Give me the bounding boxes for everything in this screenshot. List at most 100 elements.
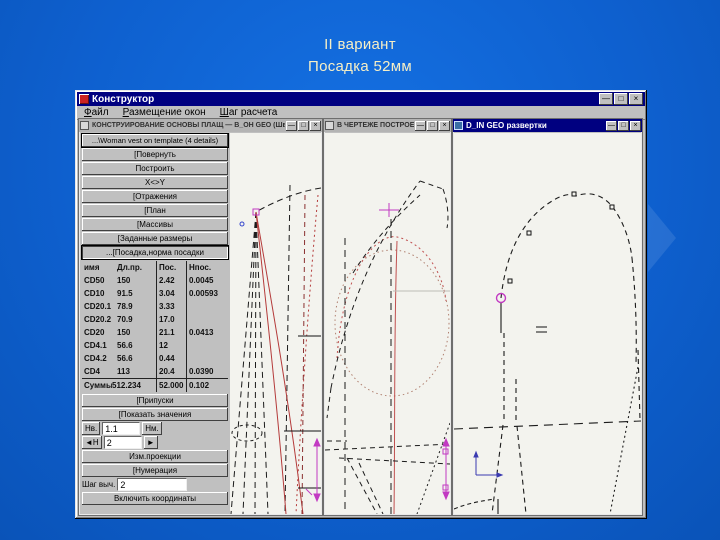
table-cell: CD4.1 (84, 341, 107, 350)
panel-button[interactable]: [Повернуть (82, 148, 228, 161)
table-cell: 70.9 (117, 315, 133, 324)
child2-minimize-button[interactable]: — (415, 120, 426, 131)
show-values-button[interactable]: [Показать значения (82, 408, 228, 421)
child1-minimize-button[interactable]: — (286, 120, 297, 131)
app-titlebar[interactable]: Конструктор — □ × (77, 92, 645, 106)
table-cell (186, 339, 228, 352)
table-cell: 78.9 (117, 302, 133, 311)
step-input[interactable] (117, 478, 188, 491)
child3-close-button[interactable]: × (630, 120, 641, 131)
child3-maximize-button[interactable]: □ (618, 120, 629, 131)
child1-maximize-button[interactable]: □ (298, 120, 309, 131)
child2-window-icon (325, 121, 334, 130)
app-title: Конструктор (92, 93, 155, 105)
table-cell: Пос. (156, 261, 186, 274)
table-cell: Дл.пр. (117, 263, 142, 272)
child2-client[interactable] (325, 133, 450, 514)
close-button[interactable]: × (629, 93, 643, 105)
table-header-row: имя Дл.пр. Пос. Нпос. (82, 261, 228, 274)
table-cell: 0.0390 (186, 365, 228, 378)
table-cell: CD20.1 (84, 302, 112, 311)
child1-window-icon (80, 121, 89, 130)
table-row[interactable]: CD50 150 2.42 0.0045 (82, 274, 228, 287)
menu-item[interactable]: Шаг расчета (213, 107, 285, 118)
menu-item[interactable]: Размещение окон (116, 107, 213, 118)
table-cell: CD4 (84, 367, 101, 376)
table-row[interactable]: CD20.2 70.9 17.0 (82, 313, 228, 326)
table-cell: 0.00593 (186, 287, 228, 300)
numeration-button[interactable]: [Нумерация (82, 464, 228, 477)
table-cell: 52.000 (156, 379, 186, 392)
drawing-canvas-1[interactable] (230, 133, 321, 514)
table-cell: 0.44 (156, 352, 186, 365)
black-dashed-curves (325, 180, 450, 514)
child1-close-button[interactable]: × (310, 120, 321, 131)
table-cell (186, 300, 228, 313)
table-cell: имя (84, 263, 100, 272)
child2-maximize-button[interactable]: □ (427, 120, 438, 131)
h-next-button[interactable]: ► (143, 436, 158, 449)
table-row[interactable]: CD4.2 56.6 0.44 (82, 352, 228, 365)
measure-table: имя Дл.пр. Пос. Нпос. CD50 150 2.42 0.0045 CD10 9… (82, 261, 228, 392)
table-cell: 150 (117, 328, 131, 337)
menu-item[interactable]: Файл (77, 107, 116, 118)
child1-titlebar[interactable]: КОНСТРУИРОВАНИЕ ОСНОВЫ ПЛАЩ — В_ОН GEO (… (79, 119, 322, 132)
table-row[interactable]: CD4.1 56.6 12 (82, 339, 228, 352)
table-cell: Суммы (84, 381, 112, 390)
child3-titlebar[interactable]: D_IN GEO развертки — □ × (453, 119, 642, 132)
panel-button[interactable]: Построить (82, 162, 228, 175)
pripuski-button[interactable]: [Припуски (82, 394, 228, 407)
maximize-button[interactable]: □ (614, 93, 628, 105)
child3-client[interactable] (454, 133, 641, 514)
pattern-node-blue (239, 221, 245, 227)
table-cell: 0.0045 (186, 274, 228, 287)
table-row[interactable]: CD4 113 20.4 0.0390 (82, 365, 228, 378)
coords-button[interactable]: Включить координаты (82, 492, 228, 505)
table-cell: 0.0413 (186, 326, 228, 339)
panel-button[interactable]: [Заданные размеры (82, 232, 228, 245)
table-cell: 2.42 (156, 274, 186, 287)
curve-nodes (507, 191, 615, 284)
h-prev-button[interactable]: ◄Н (82, 436, 102, 449)
izm-projections-button[interactable]: Изм.проекции (82, 450, 228, 463)
minimize-button[interactable]: — (599, 93, 613, 105)
child2-titlebar[interactable]: В ЧЕРТЕЖЕ ПОСТРОЕНИЯ — □ × (324, 119, 451, 132)
table-cell: Нпос. (186, 261, 228, 274)
pattern-magenta-markers-2 (379, 203, 450, 501)
child2-close-button[interactable]: × (439, 120, 450, 131)
app-window: Конструктор — □ × Файл Размещение окон Шаг… (75, 90, 647, 519)
equals-mark (536, 326, 547, 333)
table-cell: 20.4 (156, 365, 186, 378)
nv-input[interactable] (102, 422, 141, 435)
panel-button[interactable]: ...[Посадка,норма посадки (81, 245, 229, 260)
table-row[interactable]: CD20.1 78.9 3.33 (82, 300, 228, 313)
child-window-geo: D_IN GEO развертки — □ × (452, 118, 643, 516)
tool-buttons: [Повернуть Построить X<>Y [Отражения [План [М… (81, 148, 229, 260)
child3-title: D_IN GEO развертки (466, 121, 547, 130)
table-cell: 17.0 (156, 313, 186, 326)
app-icon (79, 94, 89, 104)
template-header-button[interactable]: ...\Woman vest on template (4 details) (81, 133, 229, 148)
slide-title: II вариант Посадка 52мм (0, 34, 720, 78)
panel-button[interactable]: [Отражения (82, 190, 228, 203)
table-cell: CD10 (84, 289, 105, 298)
child2-title: В ЧЕРТЕЖЕ ПОСТРОЕНИЯ (337, 122, 414, 129)
control-panel: ...\Woman vest on template (4 details) [… (80, 133, 230, 514)
panel-button[interactable]: [Массивы (82, 218, 228, 231)
nm-button[interactable]: Нм. (142, 422, 162, 435)
h-input[interactable] (103, 436, 142, 449)
child1-title: КОНСТРУИРОВАНИЕ ОСНОВЫ ПЛАЩ — В_ОН GEO (… (92, 122, 285, 129)
table-footer-row: Суммы 512.234 52.000 0.102 (82, 378, 228, 392)
child3-window-icon (454, 121, 463, 130)
table-row[interactable]: CD10 91.5 3.04 0.00593 (82, 287, 228, 300)
table-cell: 3.04 (156, 287, 186, 300)
step-label: Шаг выч. (82, 480, 116, 489)
panel-button[interactable]: [План (82, 204, 228, 217)
panel-button[interactable]: X<>Y (82, 176, 228, 189)
pattern-drawing-3 (454, 191, 641, 514)
child3-minimize-button[interactable]: — (606, 120, 617, 131)
nv-button[interactable]: Нв. (82, 422, 101, 435)
pattern-drawing-1 (230, 184, 321, 514)
table-row[interactable]: CD20 150 21.1 0.0413 (82, 326, 228, 339)
table-cell: 3.33 (156, 300, 186, 313)
